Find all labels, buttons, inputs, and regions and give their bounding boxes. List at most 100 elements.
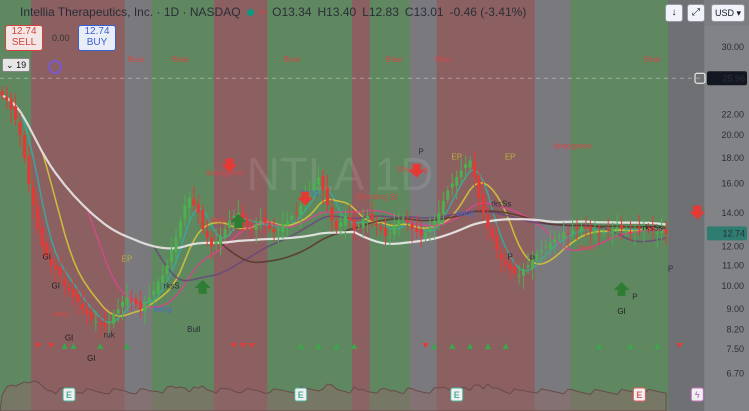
candle-body bbox=[579, 227, 584, 232]
candle-body bbox=[624, 230, 628, 233]
annotation-label: P bbox=[530, 254, 535, 263]
annotation-label: Bear bbox=[435, 55, 452, 64]
candle-body bbox=[441, 200, 445, 214]
candle-body bbox=[112, 313, 116, 324]
candle-body bbox=[40, 227, 44, 247]
indicator-settings-icon[interactable] bbox=[48, 60, 62, 74]
candle-body bbox=[223, 228, 227, 237]
candle-body bbox=[343, 215, 347, 226]
candle-body bbox=[169, 250, 174, 263]
candle-body bbox=[152, 290, 156, 296]
event-letter: E bbox=[298, 390, 304, 400]
earnings-event-icon[interactable]: E bbox=[294, 387, 308, 402]
candle-body bbox=[428, 227, 432, 233]
annotation-label: bang bbox=[457, 209, 475, 218]
candle-body bbox=[459, 170, 463, 178]
candle-body bbox=[89, 311, 93, 320]
candle-body bbox=[147, 297, 151, 302]
candle-body bbox=[290, 215, 294, 220]
candle-body bbox=[521, 269, 526, 276]
candle-body bbox=[196, 204, 200, 213]
annotation-label: Bull bbox=[187, 325, 201, 334]
earnings-event-icon[interactable]: E bbox=[62, 387, 76, 402]
price-chart[interactable]: NTLA 1D Bear Bear Bear Bear Bear Bear deepgree… bbox=[0, 0, 749, 411]
candle-body bbox=[379, 226, 383, 229]
compare-icon[interactable]: ≈ bbox=[260, 5, 267, 19]
currency-selector[interactable]: USD ▾ bbox=[711, 4, 745, 22]
candle-body bbox=[423, 232, 428, 238]
annotation-label: GI bbox=[43, 253, 51, 262]
candle-body bbox=[548, 242, 552, 249]
replay-badge[interactable]: ⌄ 19 bbox=[2, 58, 31, 72]
candle-body bbox=[628, 231, 633, 233]
candle-body bbox=[268, 224, 272, 229]
candle-body bbox=[477, 175, 481, 198]
candle-body bbox=[245, 218, 249, 226]
candle-body bbox=[201, 209, 205, 229]
buy-button[interactable]: 12.74 BUY bbox=[78, 25, 116, 51]
candle-body bbox=[513, 266, 517, 274]
earnings-event-icon[interactable]: ϟ bbox=[690, 387, 704, 402]
candle-body bbox=[383, 227, 387, 236]
candle-body bbox=[71, 289, 76, 298]
candle-body bbox=[98, 322, 102, 325]
candle-body bbox=[22, 135, 27, 159]
currency-label: USD bbox=[714, 8, 734, 18]
candle-body bbox=[508, 264, 512, 270]
annotation-label: rksSs bbox=[491, 200, 511, 209]
candle-body bbox=[210, 237, 214, 247]
candle-body bbox=[187, 197, 191, 209]
price-tick-label: 12.00 bbox=[721, 241, 744, 251]
candle-body bbox=[566, 233, 570, 235]
price-tick-label: 30.00 bbox=[721, 42, 744, 52]
symbol-title[interactable]: Intellia Therapeutics, Inc. · 1D · NASDA… bbox=[0, 5, 241, 19]
chevron-down-icon: ⌄ bbox=[6, 60, 14, 70]
candle-body bbox=[94, 321, 98, 323]
candle-body bbox=[259, 220, 263, 223]
candle-body bbox=[602, 232, 606, 234]
fullscreen-button[interactable]: ⤢ bbox=[687, 4, 705, 22]
candle-body bbox=[143, 301, 147, 312]
candle-body bbox=[633, 230, 637, 232]
market-status-icon bbox=[246, 8, 254, 16]
candle-body bbox=[218, 235, 223, 245]
candle-body bbox=[36, 206, 40, 229]
candle-body bbox=[116, 309, 120, 314]
download-button[interactable]: ↓ bbox=[665, 4, 683, 22]
annotation-label: GI bbox=[51, 281, 59, 290]
price-tick-label: 9.00 bbox=[726, 304, 744, 314]
annotation-label: EP bbox=[451, 152, 462, 161]
candle-body bbox=[499, 253, 503, 260]
band-bear bbox=[352, 0, 370, 411]
candle-body bbox=[410, 223, 414, 229]
annotation-label: ruk bbox=[104, 330, 116, 339]
earnings-event-icon[interactable]: E bbox=[450, 387, 464, 402]
candle-body bbox=[120, 301, 125, 307]
chart-header: Intellia Therapeutics, Inc. · 1D · NASDA… bbox=[0, 0, 700, 24]
annotation-label: GI bbox=[617, 307, 625, 316]
candle-body bbox=[495, 235, 499, 251]
candle-body bbox=[14, 106, 18, 120]
annotation-label: Bear bbox=[644, 55, 661, 64]
candle-body bbox=[156, 281, 160, 294]
price-tick-label: 18.00 bbox=[721, 153, 744, 163]
annotation-label: deep bbox=[207, 215, 225, 224]
sell-button[interactable]: 12.74 SELL bbox=[5, 25, 43, 51]
candle-body bbox=[214, 241, 218, 245]
candle-body bbox=[597, 233, 601, 235]
annotation-label: P bbox=[668, 264, 673, 273]
annotation-label: GI bbox=[87, 354, 95, 363]
chevron-down-icon: ▾ bbox=[736, 8, 742, 18]
earnings-event-icon[interactable]: E bbox=[632, 387, 646, 402]
annotation-label: P bbox=[508, 253, 513, 262]
price-tick-label: 14.00 bbox=[721, 208, 744, 218]
candle-body bbox=[192, 198, 196, 206]
candle-body bbox=[637, 227, 641, 229]
candle-body bbox=[299, 205, 303, 216]
candle-body bbox=[611, 228, 615, 233]
candle-body bbox=[446, 190, 450, 200]
spread-value: 0.00 bbox=[52, 33, 70, 43]
ohlc-change: -0.46 (-3.41%) bbox=[449, 5, 527, 19]
candle-body bbox=[472, 161, 477, 178]
buy-price: 12.74 bbox=[84, 26, 110, 37]
